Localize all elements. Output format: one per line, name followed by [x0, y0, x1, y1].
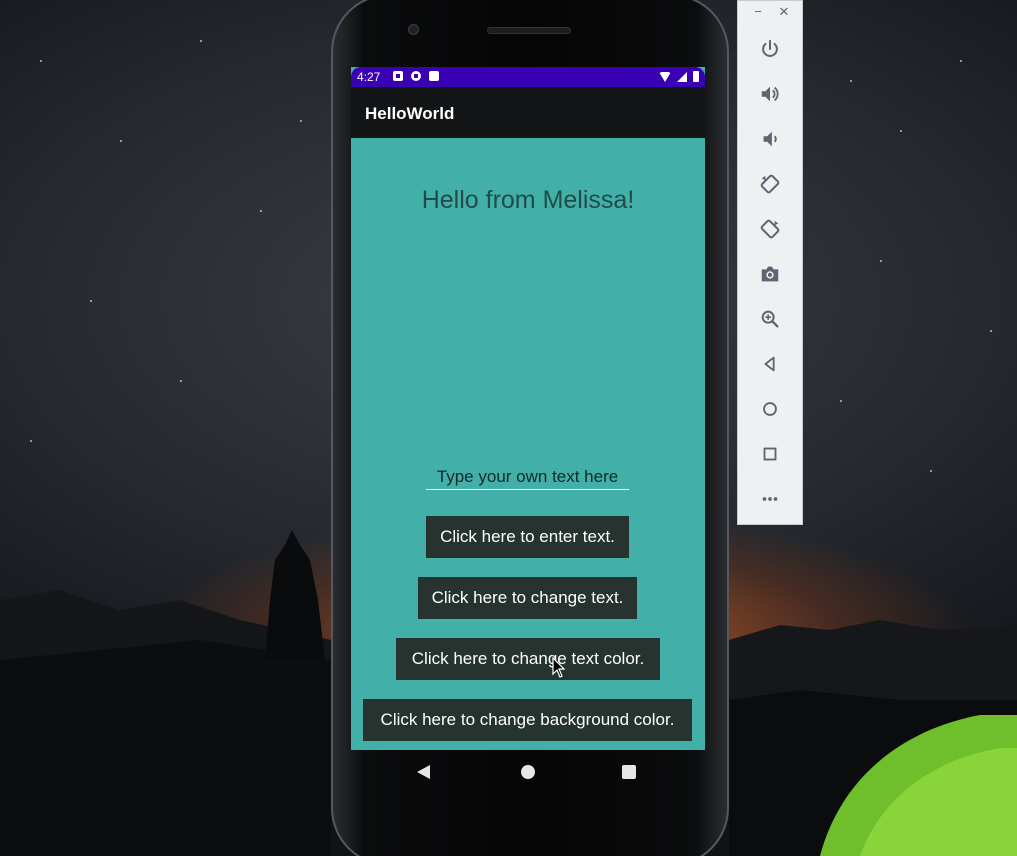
- sd-card-icon: [429, 71, 439, 81]
- greeting-text: Hello from Melissa!: [421, 186, 635, 214]
- notification-a-icon: [393, 71, 403, 81]
- power-icon[interactable]: [758, 37, 782, 61]
- home-icon[interactable]: [521, 765, 535, 779]
- custom-text-input[interactable]: [426, 466, 629, 488]
- minimize-button[interactable]: −: [752, 5, 764, 19]
- wifi-icon: [659, 71, 671, 82]
- rotate-right-icon[interactable]: [758, 217, 782, 241]
- back-icon[interactable]: [758, 352, 782, 376]
- app-title: HelloWorld: [365, 104, 455, 123]
- back-icon[interactable]: [417, 765, 430, 779]
- text-input-container: [426, 466, 629, 490]
- volume-up-icon[interactable]: [758, 82, 782, 106]
- more-icon[interactable]: [758, 487, 782, 511]
- home-icon[interactable]: [758, 397, 782, 421]
- camera-icon[interactable]: [758, 262, 782, 286]
- zoom-icon[interactable]: [758, 307, 782, 331]
- recents-icon[interactable]: [622, 765, 636, 779]
- rotate-left-icon[interactable]: [758, 172, 782, 196]
- change-background-color-button[interactable]: Click here to change background color.: [363, 699, 692, 741]
- close-button[interactable]: ✕: [778, 5, 790, 19]
- enter-text-button[interactable]: Click here to enter text.: [426, 516, 629, 558]
- app-bar: HelloWorld: [351, 87, 705, 138]
- status-bar: 4:27: [351, 67, 705, 87]
- notification-icons: [393, 71, 439, 81]
- mouse-cursor-icon: [552, 656, 566, 679]
- signal-icon: [677, 71, 687, 82]
- volume-down-icon[interactable]: [758, 127, 782, 151]
- overview-icon[interactable]: [758, 442, 782, 466]
- change-text-color-button[interactable]: Click here to change text color.: [396, 638, 660, 680]
- battery-icon: [693, 71, 699, 82]
- system-icons: [659, 71, 699, 82]
- notification-p-icon: [411, 71, 421, 81]
- change-text-button[interactable]: Click here to change text.: [418, 577, 637, 619]
- earpiece-speaker: [487, 27, 571, 34]
- emulator-toolbar: − ✕: [737, 0, 803, 525]
- status-time: 4:27: [357, 70, 381, 84]
- toolbar-window-controls: − ✕: [738, 1, 802, 27]
- front-camera: [408, 24, 419, 35]
